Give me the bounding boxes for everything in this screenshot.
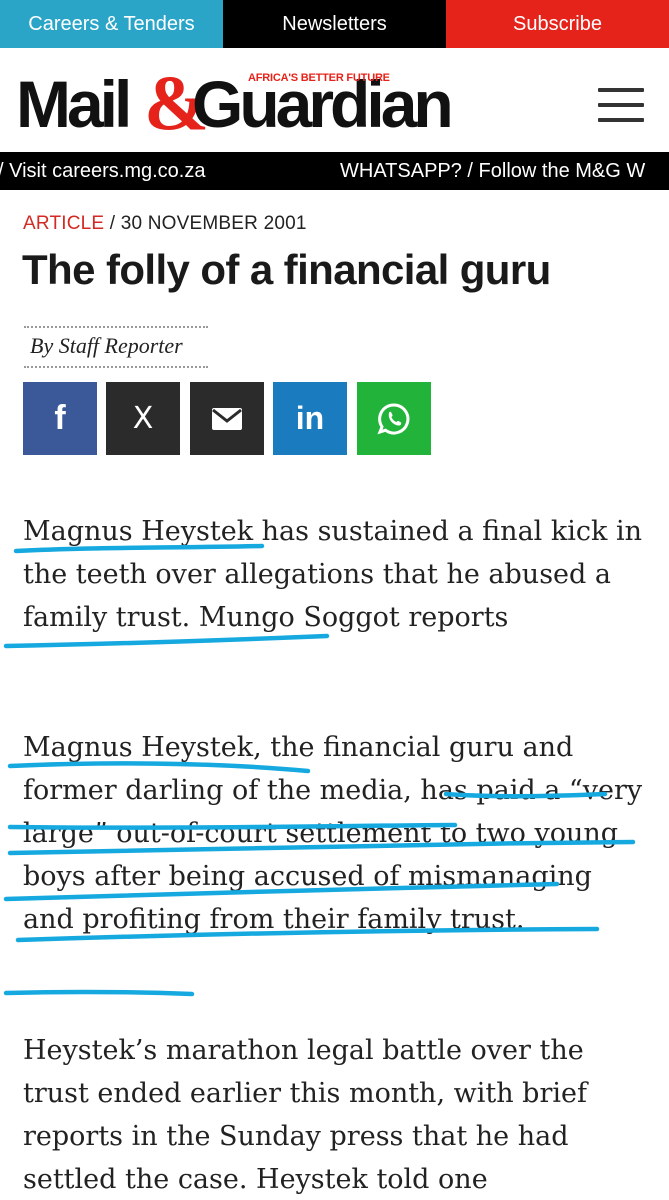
whatsapp-icon: [377, 402, 410, 434]
article-paragraph: Magnus Heystek has sustained a final kic…: [23, 516, 642, 633]
ticker-item[interactable]: / Visit careers.mg.co.za: [0, 160, 205, 183]
share-email-button[interactable]: [190, 382, 264, 455]
logo-tagline: AFRICA'S BETTER FUTURE: [248, 72, 390, 84]
byline-text: By Staff Reporter: [30, 333, 183, 358]
article-paragraph: Magnus Heystek, the financial guru and f…: [23, 732, 643, 935]
careers-tenders-link[interactable]: Careers & Tenders: [0, 0, 223, 48]
article-paragraph: Heystek’s marathon legal battle over the…: [23, 1035, 587, 1195]
newsletters-link[interactable]: Newsletters: [223, 0, 446, 48]
x-icon: X: [132, 401, 154, 436]
site-header: Mail & Guardian AFRICA'S BETTER FUTURE: [0, 48, 669, 152]
top-nav-bar: Careers & Tenders Newsletters Subscribe: [0, 0, 669, 48]
share-whatsapp-button[interactable]: [357, 382, 431, 455]
logo-mail-text: Mail: [16, 67, 132, 141]
subscribe-link[interactable]: Subscribe: [446, 0, 669, 48]
linkedin-icon: in: [295, 400, 325, 436]
ticker-item[interactable]: WHATSAPP? / Follow the M&G W: [340, 160, 645, 183]
share-facebook-button[interactable]: f: [23, 382, 97, 455]
article-title: The folly of a financial guru: [22, 246, 551, 293]
news-ticker: / Visit careers.mg.co.za WHATSAPP? / Fol…: [0, 152, 669, 190]
share-x-button[interactable]: X: [106, 382, 180, 455]
article-type-label[interactable]: ARTICLE: [23, 213, 104, 234]
hamburger-menu-icon[interactable]: [598, 86, 644, 124]
article-meta: ARTICLE / 30 NOVEMBER 2001: [23, 213, 307, 235]
underline-mark: [3, 989, 195, 997]
mail-icon: [212, 407, 242, 430]
meta-separator: /: [109, 213, 116, 234]
byline: By Staff Reporter: [24, 326, 208, 368]
facebook-icon: f: [54, 399, 66, 437]
article-date: 30 NOVEMBER 2001: [120, 213, 307, 234]
share-linkedin-button[interactable]: in: [273, 382, 347, 455]
